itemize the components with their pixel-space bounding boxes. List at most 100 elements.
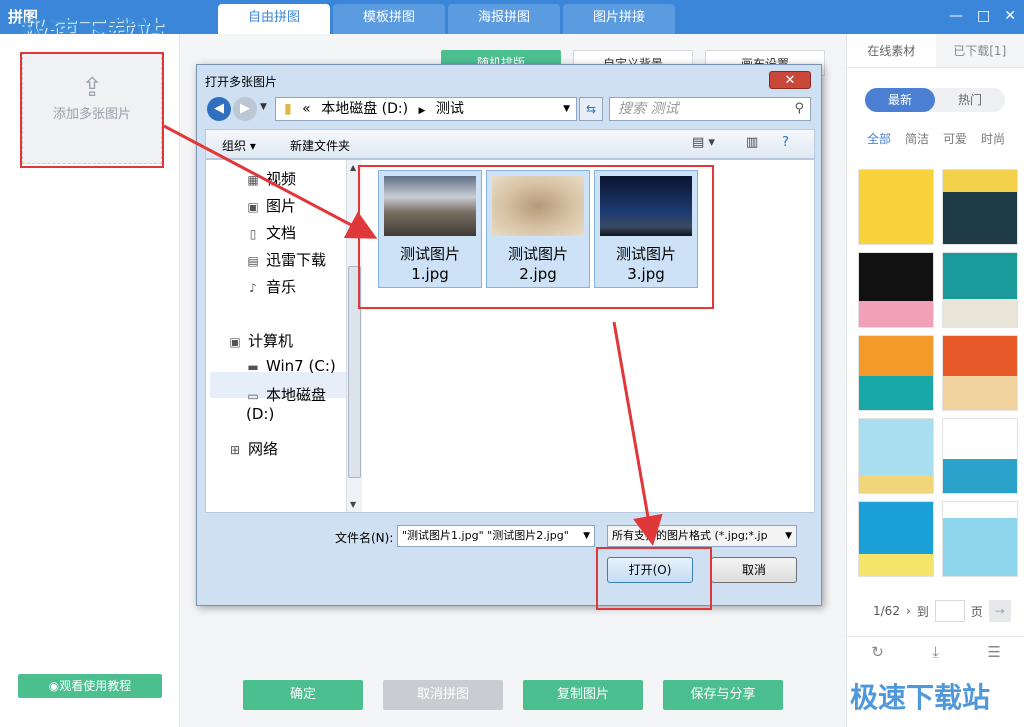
nav-label: 文档 <box>266 224 297 242</box>
next-page-chevron-icon[interactable]: › <box>906 604 911 618</box>
dialog-cancel-button[interactable]: 取消 <box>711 557 797 583</box>
open-files-dialog: 打开多张图片 ✕ ◀ ▶ ▼ ▮ « 本地磁盘 (D:) ▶ 测试 ▼ ⇆ 搜索… <box>196 64 822 606</box>
dialog-bottom: 文件名(N): "测试图片1.jpg" "测试图片2.jpg" ▼ 所有支持的图… <box>197 513 823 607</box>
tab-free-collage[interactable]: 自由拼图 <box>218 4 330 34</box>
template-thumb[interactable] <box>942 418 1018 494</box>
nav-item-network[interactable]: ⊞ 网络 <box>228 438 278 459</box>
music-icon: ♪ <box>249 281 257 295</box>
dialog-toolbar: 组织 ▾ 新建文件夹 ▤ ▾ ▥ ? <box>205 129 815 159</box>
nav-label: 计算机 <box>248 332 294 350</box>
template-thumb[interactable] <box>942 252 1018 328</box>
video-icon: ▦ <box>247 173 259 187</box>
download-icon[interactable]: ⤓ <box>932 643 939 661</box>
nav-item-c-drive[interactable]: ▬ Win7 (C:) <box>246 357 336 375</box>
window-controls: — □ ✕ <box>949 8 1016 24</box>
filename-label: 文件名(N): <box>335 531 394 545</box>
organize-menu[interactable]: 组织 ▾ <box>222 137 256 154</box>
navigation-pane: ▦ 视频 ▣ 图片 ▯ 文档 ▤ 迅雷下载 ♪ 音乐 ▣ 计算机 ▬ Win7 (C:) ▭ 本… <box>206 160 346 512</box>
back-arrow-icon[interactable]: ◀ <box>207 97 231 121</box>
bottom-action-bar: 确定 取消拼图 复制图片 保存与分享 <box>243 680 783 710</box>
category-simple[interactable]: 简洁 <box>905 130 929 147</box>
nav-item-pictures[interactable]: ▣ 图片 <box>246 195 296 216</box>
template-thumb[interactable] <box>858 252 934 328</box>
refresh-icon[interactable]: ⇆ <box>579 97 603 121</box>
category-all[interactable]: 全部 <box>867 130 891 147</box>
search-input[interactable]: 搜索 测试 ⚲ <box>609 97 811 121</box>
filetype-value: 所有支持的图片格式 (*.jpg;*.jp <box>612 529 768 542</box>
nav-label: 迅雷下载 <box>266 251 327 269</box>
dialog-title: 打开多张图片 <box>205 75 278 89</box>
search-icon: ⚲ <box>794 101 804 116</box>
view-options-icon[interactable]: ▤ ▾ <box>692 135 715 150</box>
nav-label: 网络 <box>248 440 279 458</box>
dialog-close-button[interactable]: ✕ <box>769 71 811 89</box>
nav-item-computer[interactable]: ▣ 计算机 <box>228 330 293 351</box>
filetype-dropdown-icon[interactable]: ▼ <box>785 526 792 546</box>
template-thumb[interactable] <box>858 169 934 245</box>
breadcrumb-root[interactable]: « <box>302 101 311 117</box>
breadcrumb-separator-icon: ▶ <box>418 106 426 116</box>
tab-image-stitch[interactable]: 图片拼接 <box>563 4 675 34</box>
main-tabs: 自由拼图 模板拼图 海报拼图 图片拼接 <box>218 4 678 34</box>
template-thumb[interactable] <box>942 169 1018 245</box>
sort-toggle: 最新 热门 <box>865 88 1005 112</box>
nav-label: 图片 <box>266 197 297 215</box>
go-arrow-icon[interactable]: → <box>988 600 1011 622</box>
address-bar[interactable]: ▮ « 本地磁盘 (D:) ▶ 测试 ▼ <box>275 97 577 121</box>
nav-item-music[interactable]: ♪ 音乐 <box>246 276 296 297</box>
nav-label: 音乐 <box>266 278 297 296</box>
minimize-button[interactable]: — <box>949 8 963 24</box>
tab-template-collage[interactable]: 模板拼图 <box>333 4 445 34</box>
page-number-input[interactable] <box>934 600 965 622</box>
nav-item-documents[interactable]: ▯ 文档 <box>246 222 296 243</box>
template-thumb[interactable] <box>942 335 1018 411</box>
watermark-bottom: 极速下载站 <box>850 681 991 714</box>
filename-dropdown-icon[interactable]: ▼ <box>583 526 590 546</box>
scroll-down-icon[interactable]: ▼ <box>350 500 356 509</box>
tutorial-button[interactable]: ◉观看使用教程 <box>18 674 162 698</box>
filetype-select[interactable]: 所有支持的图片格式 (*.jpg;*.jp ▼ <box>607 525 797 547</box>
picture-icon: ▣ <box>247 200 259 214</box>
filename-input[interactable]: "测试图片1.jpg" "测试图片2.jpg" ▼ <box>397 525 595 547</box>
breadcrumb-folder[interactable]: 测试 <box>436 101 464 117</box>
close-button[interactable]: ✕ <box>1004 8 1016 24</box>
annotation-box-add <box>20 52 164 168</box>
cancel-collage-button[interactable]: 取消拼图 <box>383 680 503 710</box>
maximize-button[interactable]: □ <box>977 8 990 24</box>
preview-pane-icon[interactable]: ▥ <box>746 135 758 150</box>
breadcrumb-drive[interactable]: 本地磁盘 (D:) <box>321 101 408 117</box>
nav-item-xunlei[interactable]: ▤ 迅雷下载 <box>246 249 326 270</box>
folder-icon: ▮ <box>284 101 292 117</box>
tab-downloaded[interactable]: 已下载[1] <box>935 34 1024 67</box>
category-fashion[interactable]: 时尚 <box>981 130 1005 147</box>
template-thumb[interactable] <box>858 501 934 577</box>
template-thumb[interactable] <box>858 418 934 494</box>
document-icon: ▯ <box>249 227 257 241</box>
forward-arrow-icon[interactable]: ▶ <box>233 97 257 121</box>
page-unit-label: 页 <box>970 604 983 619</box>
help-icon[interactable]: ? <box>782 135 789 150</box>
nav-item-d-drive[interactable]: ▭ 本地磁盘 (D:) <box>246 384 346 423</box>
scroll-up-icon[interactable]: ▲ <box>350 163 356 172</box>
confirm-button[interactable]: 确定 <box>243 680 363 710</box>
tab-online-materials[interactable]: 在线素材 <box>847 34 936 67</box>
sort-latest[interactable]: 最新 <box>865 88 935 112</box>
sort-popular[interactable]: 热门 <box>935 88 1005 112</box>
annotation-box-open <box>596 547 712 610</box>
new-folder-button[interactable]: 新建文件夹 <box>290 137 350 154</box>
refresh-icon[interactable]: ↻ <box>871 643 884 661</box>
category-cute[interactable]: 可爱 <box>943 130 967 147</box>
goto-label: 到 <box>916 604 929 619</box>
template-thumb[interactable] <box>858 335 934 411</box>
copy-image-button[interactable]: 复制图片 <box>523 680 643 710</box>
pager: 1/62 › 到 页 → <box>873 600 1011 622</box>
nav-label: Win7 (C:) <box>266 357 336 375</box>
nav-item-video[interactable]: ▦ 视频 <box>246 168 296 189</box>
tab-poster-collage[interactable]: 海报拼图 <box>448 4 560 34</box>
template-thumb[interactable] <box>942 501 1018 577</box>
layers-icon[interactable]: ☰ <box>987 643 1000 661</box>
save-share-button[interactable]: 保存与分享 <box>663 680 783 710</box>
address-dropdown-icon[interactable]: ▼ <box>563 98 570 120</box>
search-placeholder: 搜索 测试 <box>618 101 679 117</box>
history-dropdown-icon[interactable]: ▼ <box>260 102 267 112</box>
